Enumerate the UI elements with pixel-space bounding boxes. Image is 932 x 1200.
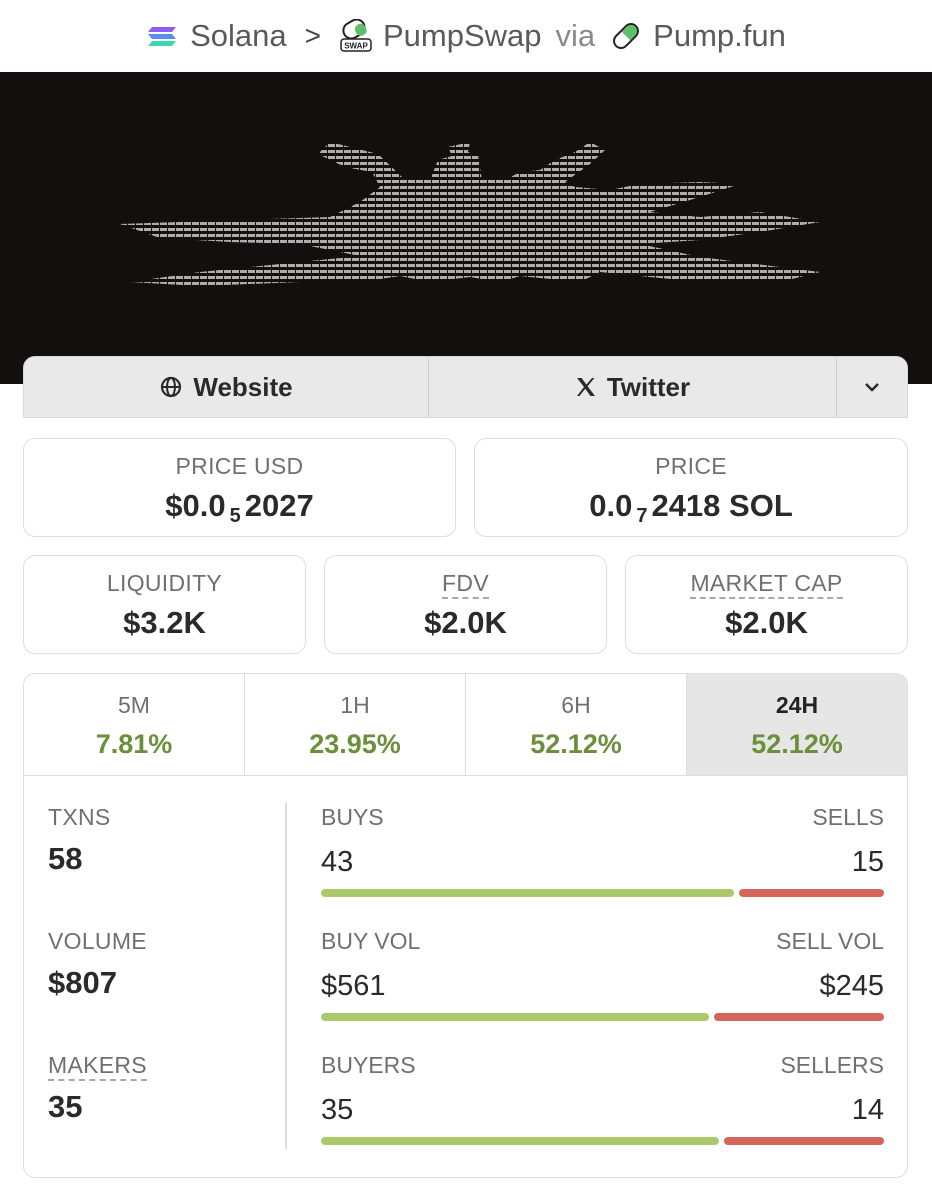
social-links-bar: Website Twitter [23, 356, 908, 418]
tab-label: 1H [340, 692, 370, 718]
x-logo-icon [576, 378, 595, 396]
svg-text:SWAP: SWAP [344, 42, 368, 51]
breadcrumb: Solana > SWAP PumpSwap via Pump.fun [0, 0, 932, 72]
tab-change: 52.12% [530, 729, 622, 759]
fdv-value: $2.0K [424, 605, 507, 640]
website-button[interactable]: Website [24, 357, 429, 417]
chain-link[interactable]: Solana [146, 18, 287, 54]
twitter-label: Twitter [606, 371, 691, 402]
sell-bar-fill [739, 889, 884, 897]
volume-value: $807 [48, 965, 117, 1000]
solana-icon [148, 27, 177, 46]
price-native-label: PRICE [655, 453, 727, 479]
buys-label: BUYS [321, 804, 384, 830]
buy-vol-label: BUY VOL [321, 928, 421, 954]
totals-column: TXNS 58 VOLUME $807 MAKERS 35 [48, 804, 278, 1176]
buy-bar-fill [321, 889, 735, 897]
sell-vol-value: $245 [819, 970, 884, 1002]
tab-change: 23.95% [309, 729, 401, 759]
tab-6h[interactable]: 6H 52.12% [466, 674, 687, 775]
chevron-down-icon [865, 383, 879, 392]
txns-label: TXNS [48, 804, 111, 830]
price-usd-value: $0.0 5 2027 [165, 488, 314, 527]
sellers-label: SELLERS [780, 1052, 884, 1078]
price-usd-card: PRICE USD $0.0 5 2027 [23, 438, 456, 537]
tab-label: 5M [118, 692, 150, 718]
token-banner-image [0, 72, 932, 384]
makers-label[interactable]: MAKERS [48, 1052, 147, 1081]
volume-bar [321, 1013, 884, 1021]
sell-bar-fill [714, 1013, 884, 1021]
buys-sells-bar [321, 889, 884, 897]
tab-label: 24H [775, 692, 819, 718]
website-label: Website [193, 371, 293, 402]
buy-vol-value: $561 [321, 970, 386, 1002]
fdv-card: FDV $2.0K [324, 555, 607, 654]
dex-name: PumpSwap [383, 18, 542, 53]
sell-vol-label: SELL VOL [776, 928, 884, 954]
makers-value: 35 [48, 1089, 83, 1124]
buyers-value: 35 [321, 1094, 354, 1126]
via-text: via [555, 18, 596, 53]
launchpad-name: Pump.fun [653, 18, 786, 53]
market-cap-card: MARKET CAP $2.0K [625, 555, 908, 654]
buys-sells-row: BUYS SELLS 43 15 [321, 804, 884, 928]
stats-panel: 5M 7.81% 1H 23.95% 6H 52.12% 24H 52.12% … [23, 673, 908, 1178]
buyers-sellers-bar [321, 1137, 884, 1145]
market-cap-label[interactable]: MARKET CAP [690, 570, 843, 599]
timeframe-tabs: 5M 7.81% 1H 23.95% 6H 52.12% 24H 52.12% [24, 674, 907, 776]
tab-change: 52.12% [751, 729, 843, 759]
price-native-card: PRICE 0.0 7 2418 SOL [474, 438, 908, 537]
sell-bar-fill [724, 1137, 884, 1145]
sells-value: 15 [851, 846, 884, 878]
tab-5m[interactable]: 5M 7.81% [24, 674, 245, 775]
volume-label: VOLUME [48, 928, 147, 954]
tab-1h[interactable]: 1H 23.95% [245, 674, 466, 775]
column-divider [285, 802, 287, 1149]
breakdown-column: BUYS SELLS 43 15 BUY VOL SELL VOL $561 $… [321, 804, 884, 1176]
more-links-button[interactable] [837, 357, 907, 417]
price-usd-label: PRICE USD [175, 453, 304, 479]
dex-link[interactable]: SWAP PumpSwap [339, 18, 542, 54]
twitter-button[interactable]: Twitter [429, 357, 837, 417]
chain-name: Solana [190, 18, 287, 53]
price-native-value: 0.0 7 2418 SOL [589, 488, 793, 527]
buy-bar-fill [321, 1137, 720, 1145]
sells-label: SELLS [812, 804, 884, 830]
txns-value: 58 [48, 841, 83, 876]
tab-24h[interactable]: 24H 52.12% [687, 674, 907, 775]
buys-value: 43 [321, 846, 354, 878]
pumpswap-icon: SWAP [340, 19, 372, 52]
tab-label: 6H [561, 692, 591, 718]
sellers-value: 14 [851, 1094, 884, 1126]
pill-icon [613, 23, 640, 49]
chevron-right-icon: > [304, 20, 321, 51]
buyers-sellers-row: BUYERS SELLERS 35 14 [321, 1052, 884, 1176]
liquidity-card: LIQUIDITY $3.2K [23, 555, 306, 654]
launchpad-link[interactable]: Pump.fun [609, 18, 786, 54]
volume-row: BUY VOL SELL VOL $561 $245 [321, 928, 884, 1052]
liquidity-label: LIQUIDITY [106, 570, 223, 596]
market-cap-value: $2.0K [725, 605, 808, 640]
fdv-label[interactable]: FDV [442, 570, 489, 599]
tab-change: 7.81% [95, 729, 173, 759]
globe-icon [161, 376, 182, 398]
buyers-label: BUYERS [321, 1052, 416, 1078]
buy-bar-fill [321, 1013, 710, 1021]
liquidity-value: $3.2K [123, 605, 206, 640]
